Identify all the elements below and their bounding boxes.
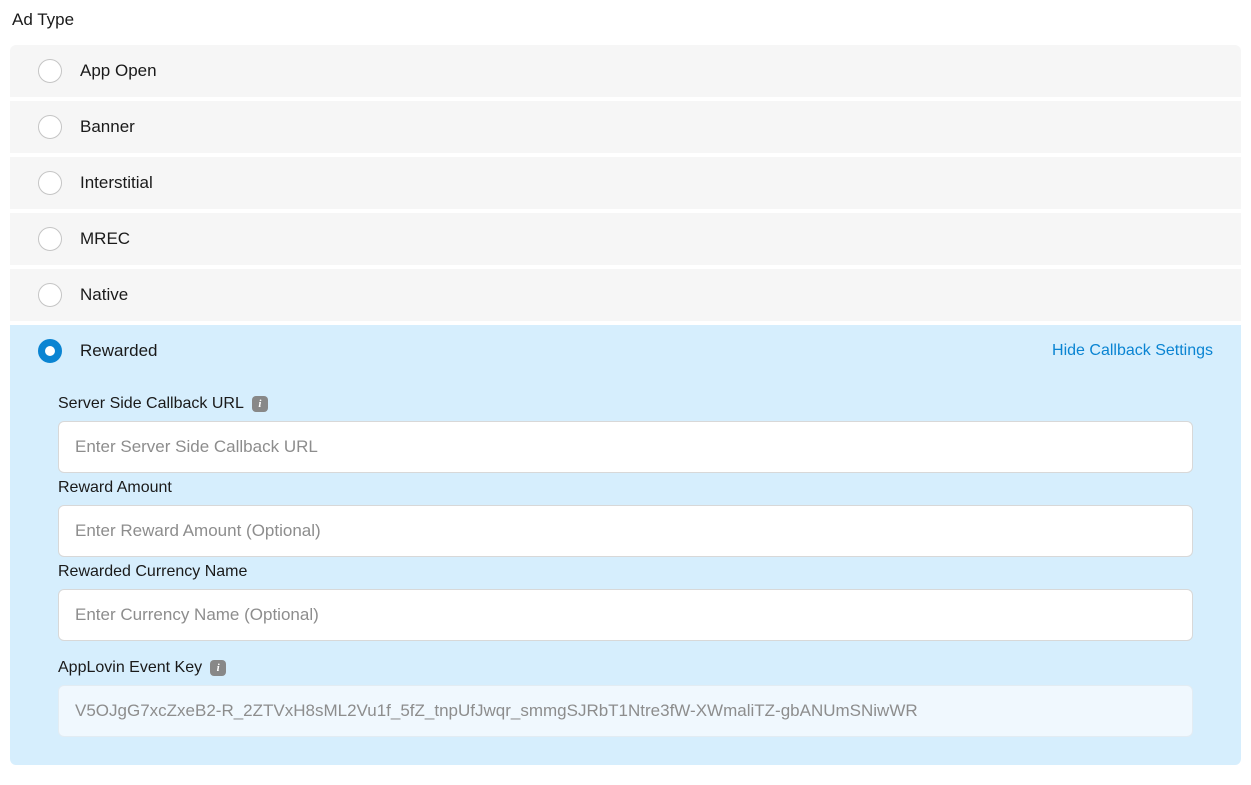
radio-icon (38, 59, 62, 83)
radio-item-native[interactable]: Native (10, 269, 1241, 321)
radio-icon (38, 115, 62, 139)
hide-callback-settings-link[interactable]: Hide Callback Settings (1052, 342, 1213, 360)
radio-item-rewarded[interactable]: Rewarded Hide Callback Settings (10, 325, 1241, 377)
ad-type-section: Ad Type App Open Banner Interstitial MRE… (10, 10, 1241, 765)
radio-label: Native (80, 285, 128, 305)
radio-icon (38, 339, 62, 363)
reward-amount-label: Reward Amount (58, 479, 1193, 497)
currency-name-input[interactable] (58, 589, 1193, 641)
radio-label: Rewarded (80, 341, 158, 361)
radio-item-interstitial[interactable]: Interstitial (10, 157, 1241, 209)
radio-label: App Open (80, 61, 157, 81)
reward-amount-input[interactable] (58, 505, 1193, 557)
callback-url-label: Server Side Callback URL i (58, 395, 1193, 413)
radio-item-banner[interactable]: Banner (10, 101, 1241, 153)
radio-label: Interstitial (80, 173, 153, 193)
rewarded-callback-panel: Server Side Callback URL i Reward Amount… (10, 377, 1241, 765)
currency-name-label: Rewarded Currency Name (58, 563, 1193, 581)
radio-label: Banner (80, 117, 135, 137)
radio-icon (38, 227, 62, 251)
info-icon[interactable]: i (210, 660, 226, 676)
radio-label: MREC (80, 229, 130, 249)
radio-item-mrec[interactable]: MREC (10, 213, 1241, 265)
radio-icon (38, 283, 62, 307)
radio-icon (38, 171, 62, 195)
radio-item-app-open[interactable]: App Open (10, 45, 1241, 97)
event-key-input (58, 685, 1193, 737)
event-key-label: AppLovin Event Key i (58, 659, 1193, 677)
section-title: Ad Type (10, 10, 1241, 30)
callback-url-input[interactable] (58, 421, 1193, 473)
ad-type-radio-list: App Open Banner Interstitial MREC Native… (10, 45, 1241, 765)
info-icon[interactable]: i (252, 396, 268, 412)
